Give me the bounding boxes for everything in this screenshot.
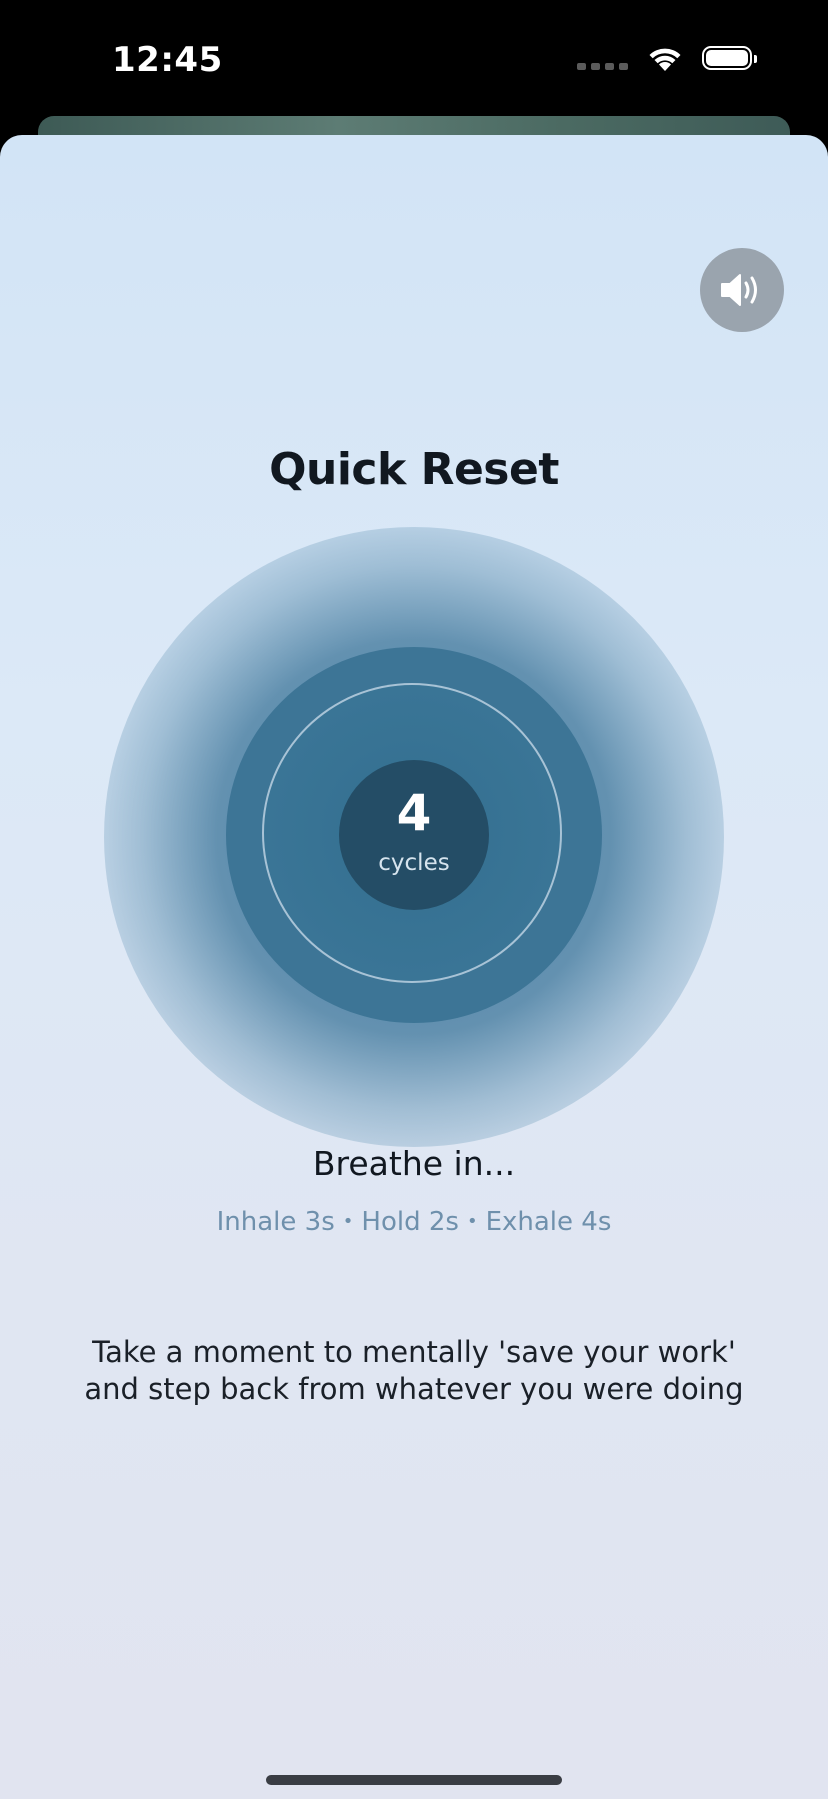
status-icons	[577, 44, 757, 72]
exhale-timing: Exhale 4s	[485, 1207, 612, 1237]
cycle-label: cycles	[378, 850, 450, 876]
timing-separator: •	[466, 1211, 478, 1232]
battery-icon	[702, 46, 757, 70]
wifi-icon	[649, 48, 681, 71]
cycle-counter: 4 cycles	[339, 760, 489, 910]
description-text: Take a moment to mentally 'save your wor…	[84, 1335, 744, 1406]
breathing-sheet: Quick Reset 4 cycles Breathe in... Inhal…	[0, 135, 828, 1799]
speaker-volume-icon	[721, 274, 757, 306]
breathing-phase: Breathe in...	[312, 1144, 516, 1183]
status-time: 12:45	[112, 40, 223, 80]
breathing-timing: Inhale 3s • Hold 2s • Exhale 4s	[0, 1207, 828, 1237]
home-indicator[interactable]	[266, 1775, 562, 1785]
inhale-timing: Inhale 3s	[216, 1207, 335, 1237]
hold-timing: Hold 2s	[361, 1207, 459, 1237]
cycle-count: 4	[396, 784, 432, 842]
cellular-dots-icon	[577, 62, 628, 70]
page-title: Quick Reset	[269, 444, 559, 495]
timing-separator: •	[342, 1211, 354, 1232]
app-screen: 12:45 Quick Reset 4 cycles Breathe in...…	[0, 0, 828, 1799]
sound-toggle-button[interactable]	[700, 248, 784, 332]
status-bar: 12:45	[0, 0, 828, 118]
